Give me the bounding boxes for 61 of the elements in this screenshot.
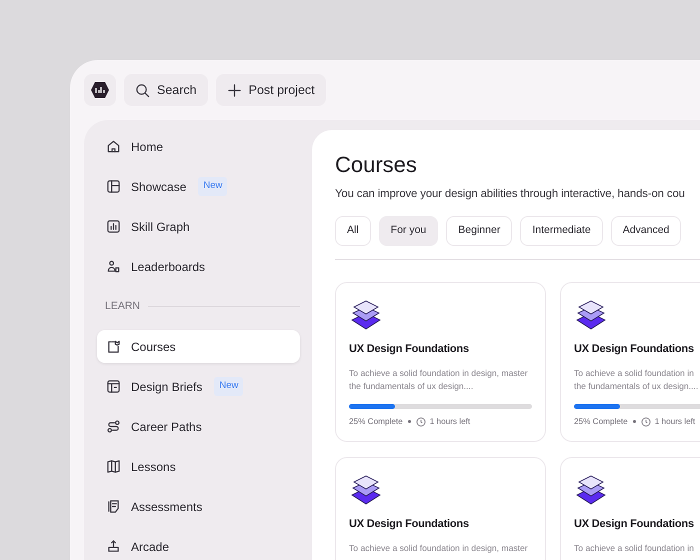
course-description: To achieve a solid foundation in design, master [349,542,529,555]
course-card[interactable]: UX Design Foundations To achieve a solid foundation in [560,457,700,560]
checklist-icon [106,499,121,514]
course-title: UX Design Foundations [574,342,695,358]
progress-label: 25% Complete [349,416,403,428]
page-subtitle: You can improve your design abilities through interactive, hands-on cou [335,187,686,202]
book-icon [106,459,121,474]
section-heading: LEARN [105,298,140,314]
layers-icon [574,474,608,506]
filter-chip[interactable]: Beginner [446,216,512,246]
clipboard-icon [106,339,121,354]
logo-badge[interactable] [84,74,116,106]
chart-icon [106,219,121,234]
course-description: To achieve a solid foundation in design, master [349,366,529,380]
filter-chip[interactable]: Intermediate [520,216,603,246]
progress-label: 25% Complete [574,416,628,428]
filter-chip[interactable]: For you [378,216,438,246]
route-icon [106,419,121,434]
sidebar-item[interactable]: Assessments [97,490,300,523]
dot-separator [408,420,411,424]
search-icon [135,82,150,98]
course-title: UX Design Foundations [574,517,695,532]
post-project-button[interactable]: Post project [216,74,326,106]
layers-icon [349,474,383,506]
sidebar-item[interactable]: Design Briefs New [97,370,300,403]
calendar-icon [106,379,121,394]
layers-icon [349,299,383,332]
new-tag: New [214,377,244,396]
course-title: UX Design Foundations [349,517,470,532]
course-card[interactable]: UX Design Foundations To achieve a solid foundation in design, master the fundamentals of ux design.... 25% Complete 1 hours left [335,282,546,442]
course-description: the fundamentals of ux design.... [349,380,474,393]
course-description: the fundamentals of ux design.... [574,380,700,393]
time-left: 1 hours left [654,416,696,428]
course-description: To achieve a solid foundation in [574,366,695,380]
search-button[interactable]: Search [124,74,208,106]
logo-icon [90,80,110,100]
people-icon [106,259,121,274]
clock-icon [640,416,651,427]
layout-icon [106,179,121,194]
layers-icon [574,299,608,332]
sidebar-item[interactable]: Courses [97,330,300,363]
page-title: Courses [335,152,418,178]
plus-icon [226,82,242,98]
sidebar-item[interactable]: Showcase New [97,170,300,203]
home-icon [106,139,121,154]
sidebar-item[interactable]: Arcade [97,530,300,560]
sidebar-item[interactable]: Leaderboards [97,250,300,283]
sidebar-item[interactable]: Skill Graph [97,210,300,243]
course-description: To achieve a solid foundation in [574,542,695,555]
sidebar-item[interactable]: Career Paths [97,410,300,443]
course-card[interactable]: UX Design Foundations To achieve a solid foundation in the fundamentals of ux design.... 25% Complete 1 hours left [560,282,700,442]
dot-separator [632,420,636,424]
filter-chip[interactable]: All [335,216,371,246]
course-card[interactable]: UX Design Foundations To achieve a solid foundation in design, master [335,457,546,560]
new-tag: New [198,177,228,196]
sidebar-item[interactable]: Lessons [97,450,300,483]
time-left: 1 hours left [430,416,470,428]
clock-icon [416,416,426,427]
sidebar-item[interactable]: Home [97,130,300,163]
course-title: UX Design Foundations [349,342,470,358]
filter-chip[interactable]: Advanced [610,216,682,246]
